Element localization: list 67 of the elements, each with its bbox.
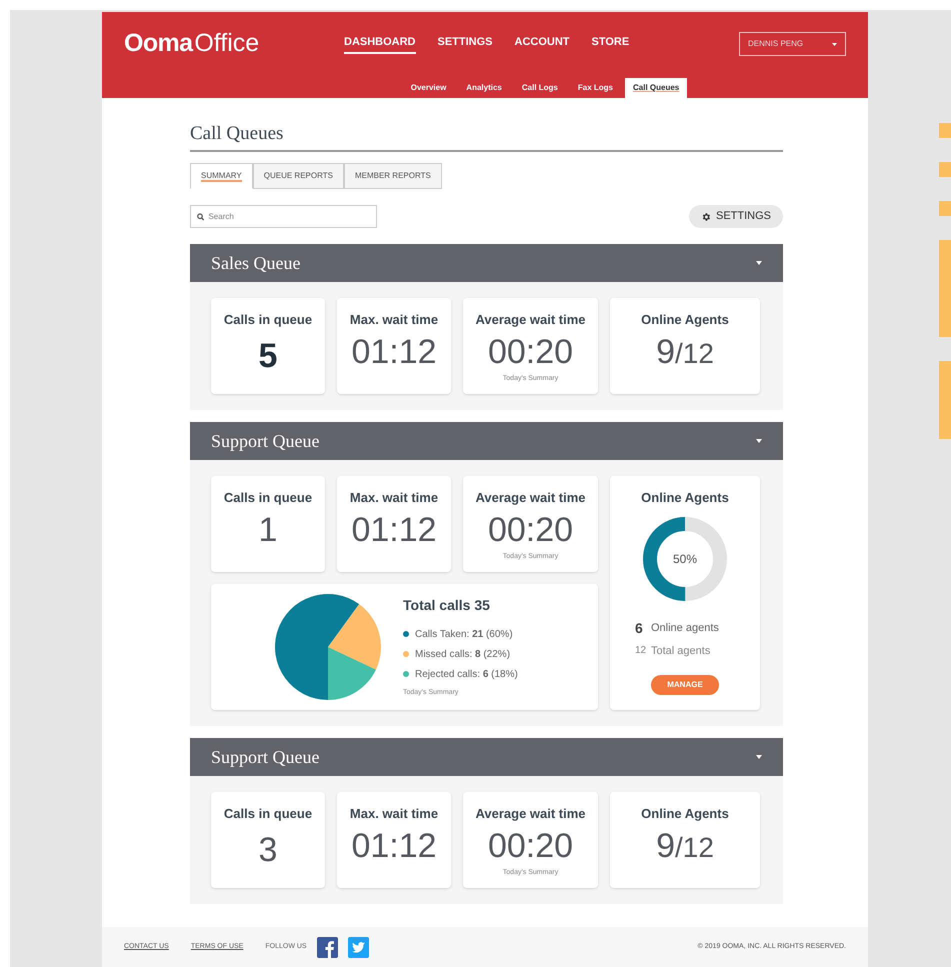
total-count: 12 bbox=[635, 644, 643, 658]
stat-label: Online Agents bbox=[641, 311, 729, 329]
stat-label: Calls in queue bbox=[224, 805, 312, 823]
caret-icon[interactable] bbox=[756, 261, 762, 265]
stat-label: Average wait time bbox=[475, 489, 586, 507]
stat-label: Average wait time bbox=[475, 311, 586, 329]
nav-link[interactable]: ACCOUNT bbox=[514, 34, 570, 54]
logo-text: Ooma bbox=[124, 28, 192, 60]
stat-label: Online Agents bbox=[641, 805, 729, 823]
stat-value: 9/12 bbox=[656, 826, 714, 866]
stat-value: 5 bbox=[258, 336, 278, 376]
stat-label: Average wait time bbox=[475, 805, 586, 823]
stat-label: Calls in queue bbox=[224, 311, 312, 329]
stat-value: 00:20 bbox=[488, 332, 574, 372]
legend-label: Calls Taken: 21 (60%) bbox=[415, 628, 513, 642]
percent-label: 50% bbox=[672, 552, 698, 566]
logo-text: Office bbox=[194, 28, 260, 60]
stat-label: Calls in queue bbox=[224, 489, 312, 507]
stat-value: 00:20 bbox=[488, 510, 574, 550]
caret-icon bbox=[832, 42, 837, 46]
total-calls: Total calls 35 bbox=[403, 596, 491, 616]
logo[interactable]: OomaOffice bbox=[124, 25, 344, 63]
nav-link[interactable]: DASHBOARD bbox=[344, 34, 416, 54]
stat-value: 01:12 bbox=[351, 332, 437, 372]
stat-value: 00:20 bbox=[488, 826, 574, 866]
queue-header[interactable]: Sales Queue bbox=[190, 244, 783, 282]
stat-label: Max. wait time bbox=[350, 805, 438, 823]
legend-label: Rejected calls: 6 (18%) bbox=[415, 668, 518, 682]
search-field[interactable]: Search bbox=[190, 205, 377, 228]
nav-link[interactable]: STORE bbox=[592, 34, 630, 54]
settings-button[interactable]: SETTINGS bbox=[688, 205, 783, 228]
subnav-tab[interactable]: Overview bbox=[402, 78, 454, 98]
legend-label: Missed calls: 8 (22%) bbox=[415, 648, 510, 662]
subnav-tab[interactable]: Fax Logs bbox=[570, 78, 622, 98]
stat-value: 1 bbox=[258, 510, 278, 550]
facebook-icon[interactable] bbox=[316, 936, 338, 958]
queue-title: Support Queue bbox=[211, 430, 320, 453]
caret-icon[interactable] bbox=[756, 755, 762, 759]
manage-button[interactable]: MANAGE bbox=[651, 675, 719, 695]
online-label: Online agents bbox=[651, 620, 719, 636]
twitter-icon[interactable] bbox=[348, 936, 369, 958]
subnav-tab[interactable]: Call Queues bbox=[625, 78, 688, 98]
tab[interactable]: SUMMARY bbox=[190, 163, 253, 189]
queue-title: Support Queue bbox=[211, 746, 320, 769]
queue-title: Sales Queue bbox=[211, 252, 300, 274]
total-label: Total agents bbox=[651, 644, 710, 658]
tab[interactable]: MEMBER REPORTS bbox=[344, 163, 442, 189]
search-input[interactable]: Search bbox=[208, 210, 370, 222]
stat-label: Max. wait time bbox=[350, 489, 438, 507]
tab[interactable]: QUEUE REPORTS bbox=[252, 163, 344, 189]
online-count: 6 bbox=[635, 618, 643, 638]
subnav-tab[interactable]: Call Logs bbox=[514, 78, 566, 98]
gear-icon bbox=[700, 212, 711, 222]
user-menu[interactable]: DENNIS PENG bbox=[739, 32, 846, 56]
subnav-tab[interactable]: Analytics bbox=[458, 78, 510, 98]
stat-value: 01:12 bbox=[351, 510, 437, 550]
stat-value: 9/12 bbox=[656, 332, 714, 372]
stat-label: Online Agents bbox=[641, 489, 729, 507]
stat-value: 01:12 bbox=[351, 826, 437, 866]
nav-link[interactable]: SETTINGS bbox=[438, 34, 493, 54]
page-title: Call Queues bbox=[190, 122, 284, 146]
queue-header[interactable]: Support Queue bbox=[190, 422, 783, 460]
stat-value: 3 bbox=[258, 830, 278, 870]
caret-icon[interactable] bbox=[756, 439, 762, 443]
queue-header[interactable]: Support Queue bbox=[190, 738, 783, 776]
search-icon bbox=[197, 212, 204, 220]
stat-label: Max. wait time bbox=[350, 311, 438, 329]
